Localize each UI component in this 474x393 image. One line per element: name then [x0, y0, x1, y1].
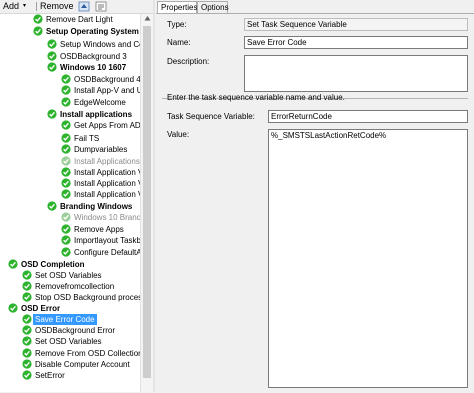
- tree-item-label: Install applications: [60, 110, 133, 119]
- tree-item-label: EdgeWelcome: [74, 98, 126, 107]
- step-check-icon: [61, 74, 71, 84]
- tree-item-label: Importlayout Taskbar: [74, 236, 140, 245]
- tree-item-label: Setup Windows and ConfigMgr: [60, 40, 140, 49]
- instructions-text: Enter the task sequence variable name an…: [167, 93, 345, 102]
- tree-item-label: OSDBackground 3: [60, 52, 127, 61]
- tree-item-label: Save Error Code: [33, 314, 97, 325]
- tree-item-label: Branding Windows: [60, 202, 133, 211]
- step-check-icon: [61, 235, 71, 245]
- step-check-icon: [22, 359, 32, 369]
- step-check-icon: [61, 97, 71, 107]
- tree-item-label: Get Apps From AD: [74, 121, 140, 130]
- toolbar-separator: [36, 2, 37, 11]
- step-check-icon: [61, 224, 71, 234]
- add-dropdown-arrow-icon[interactable]: ▾: [23, 1, 26, 12]
- step-check-icon: [47, 39, 57, 49]
- tree-item-label: SetError: [35, 371, 65, 380]
- value-input[interactable]: %_SMSTSLastActionRetCode%: [268, 129, 468, 388]
- tree-item-label: Install Applications: [74, 157, 140, 166]
- step-check-icon: [22, 336, 32, 346]
- group-check-icon: [47, 109, 57, 119]
- tree-scrollbar[interactable]: [140, 14, 154, 392]
- disabled-check-icon: [61, 156, 71, 166]
- toolbar: Add ▾ Remove: [0, 0, 153, 14]
- tree-item-label: OSD Error: [21, 304, 61, 313]
- description-label: Description:: [167, 57, 210, 66]
- step-check-icon: [22, 370, 32, 380]
- group-check-icon: [47, 62, 57, 72]
- type-label: Type:: [167, 20, 187, 29]
- properties-icon[interactable]: [95, 1, 107, 12]
- splitter[interactable]: [153, 0, 155, 392]
- tree-item-label: Install Application Variables: [74, 168, 140, 177]
- tree-item-label: Remove From OSD Collection: [35, 349, 140, 358]
- scroll-up-arrow-icon[interactable]: [144, 15, 151, 22]
- tab-strip: Properties Options: [155, 0, 474, 13]
- tree-item-label: Set OSD Variables: [35, 337, 102, 346]
- tree-item-label: Stop OSD Background process: [35, 293, 140, 302]
- name-label: Name:: [167, 38, 191, 47]
- step-check-icon: [22, 281, 32, 291]
- tree-item-label: Configure DefaultApps: [74, 248, 140, 257]
- variable-label: Task Sequence Variable:: [167, 112, 255, 121]
- disabled-check-icon: [61, 212, 71, 222]
- properties-panel: Type: Set Task Sequence Variable Name: S…: [156, 13, 474, 393]
- step-check-icon: [61, 133, 71, 143]
- group-check-icon: [8, 303, 18, 313]
- tree-item-label: Dumpvariables: [74, 145, 128, 154]
- remove-button[interactable]: Remove: [40, 1, 74, 12]
- up-icon[interactable]: [78, 1, 90, 12]
- tree-item-label: Fail TS: [74, 134, 100, 143]
- tree-item-label: Setup Operating System: [46, 27, 139, 36]
- tree-item-label: OSD Completion: [21, 260, 85, 269]
- tree-item-label: OSDBackground Error: [35, 326, 116, 335]
- step-check-icon: [22, 292, 32, 302]
- tree-item-label: Windows 10 1607: [60, 63, 127, 72]
- tree-item-label: OSDBackground 4: [74, 75, 140, 84]
- description-input[interactable]: [244, 55, 468, 92]
- task-sequence-tree[interactable]: Remove Dart Light Setup Operating System S…: [0, 14, 140, 392]
- step-check-icon: [61, 178, 71, 188]
- group-check-icon: [8, 259, 18, 269]
- step-check-icon: [22, 348, 32, 358]
- tree-item-label: Set OSD Variables: [35, 271, 102, 280]
- tab-properties[interactable]: Properties: [157, 1, 197, 13]
- variable-input[interactable]: ErrorReturnCode: [268, 110, 468, 123]
- step-check-icon: [61, 167, 71, 177]
- tree-item-label: Install Application Variables: [74, 190, 140, 199]
- step-check-icon: [61, 144, 71, 154]
- group-check-icon: [33, 26, 43, 36]
- tree-item-label: Disable Computer Account: [35, 360, 130, 369]
- name-input[interactable]: Save Error Code: [244, 36, 468, 49]
- tree-item-label: Install Application Variables: [74, 179, 140, 188]
- tree-item-label: Removefromcollection: [35, 282, 115, 291]
- add-button[interactable]: Add: [3, 1, 19, 12]
- step-check-icon: [61, 189, 71, 199]
- type-field: Set Task Sequence Variable: [244, 18, 468, 31]
- tab-options[interactable]: Options: [197, 1, 229, 13]
- tree-item-label: Remove Dart Light: [46, 15, 113, 24]
- step-check-icon: [47, 51, 57, 61]
- tree-item-label: Windows 10 Branding: [74, 213, 140, 222]
- tree-item-label: Install App-V and UE-V: [74, 86, 140, 95]
- step-check-icon: [22, 325, 32, 335]
- scrollbar-thumb[interactable]: [143, 26, 151, 378]
- step-check-icon: [22, 314, 32, 324]
- step-check-icon: [61, 247, 71, 257]
- step-check-icon: [33, 14, 43, 24]
- group-check-icon: [47, 201, 57, 211]
- step-check-icon: [61, 120, 71, 130]
- value-label: Value:: [167, 130, 190, 139]
- step-check-icon: [22, 270, 32, 280]
- tree-item-label: Remove Apps: [74, 225, 124, 234]
- step-check-icon: [61, 85, 71, 95]
